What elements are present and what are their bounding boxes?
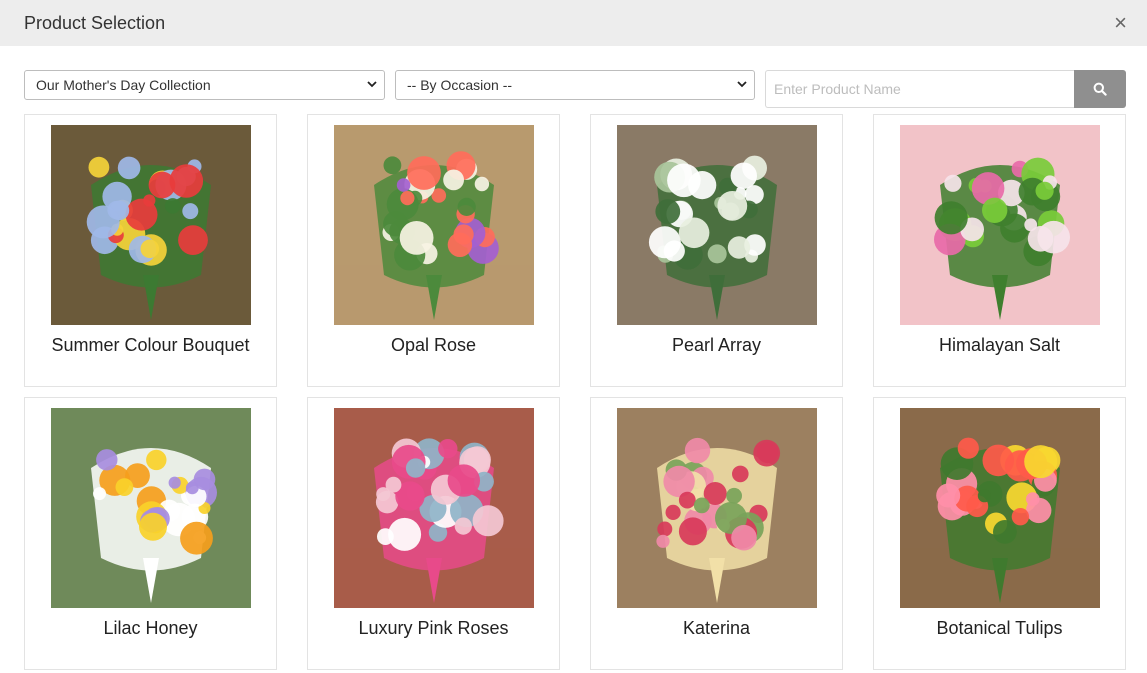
- product-name: Opal Rose: [390, 335, 477, 355]
- product-card[interactable]: Opal Rose: [307, 114, 560, 387]
- search-button[interactable]: [1074, 70, 1126, 108]
- product-image: [334, 408, 534, 608]
- product-name-input[interactable]: [765, 70, 1075, 108]
- product-card[interactable]: Lilac Honey: [24, 397, 277, 670]
- product-image: [51, 408, 251, 608]
- occasion-select[interactable]: -- By Occasion --: [395, 70, 755, 100]
- product-name: Summer Colour Bouquet: [51, 335, 250, 355]
- search-icon: [1093, 82, 1107, 96]
- product-name: Katerina: [682, 618, 751, 638]
- product-image: [900, 125, 1100, 325]
- product-card[interactable]: Pearl Array: [590, 114, 843, 387]
- product-card[interactable]: Himalayan Salt: [873, 114, 1126, 387]
- chevron-down-icon: [367, 81, 377, 88]
- product-card[interactable]: Summer Colour Bouquet: [24, 114, 277, 387]
- product-name: Himalayan Salt: [938, 335, 1061, 355]
- product-image: [617, 408, 817, 608]
- collection-select-value: Our Mother's Day Collection: [36, 77, 211, 93]
- product-card[interactable]: Luxury Pink Roses: [307, 397, 560, 670]
- product-name: Lilac Honey: [103, 618, 198, 638]
- product-card[interactable]: Botanical Tulips: [873, 397, 1126, 670]
- product-name: Pearl Array: [671, 335, 762, 355]
- product-image: [617, 125, 817, 325]
- chevron-down-icon: [737, 81, 747, 88]
- filter-toolbar: Our Mother's Day Collection -- By Occasi…: [0, 70, 1147, 110]
- occasion-select-value: -- By Occasion --: [407, 77, 513, 93]
- product-image: [334, 125, 534, 325]
- collection-select[interactable]: Our Mother's Day Collection: [24, 70, 385, 100]
- product-image: [900, 408, 1100, 608]
- dialog-title: Product Selection: [24, 13, 166, 33]
- product-card[interactable]: Katerina: [590, 397, 843, 670]
- product-name: Luxury Pink Roses: [358, 618, 509, 638]
- close-icon[interactable]: ×: [1114, 10, 1127, 36]
- dialog-header: Product Selection ×: [0, 0, 1147, 46]
- product-name: Botanical Tulips: [936, 618, 1063, 638]
- product-image: [51, 125, 251, 325]
